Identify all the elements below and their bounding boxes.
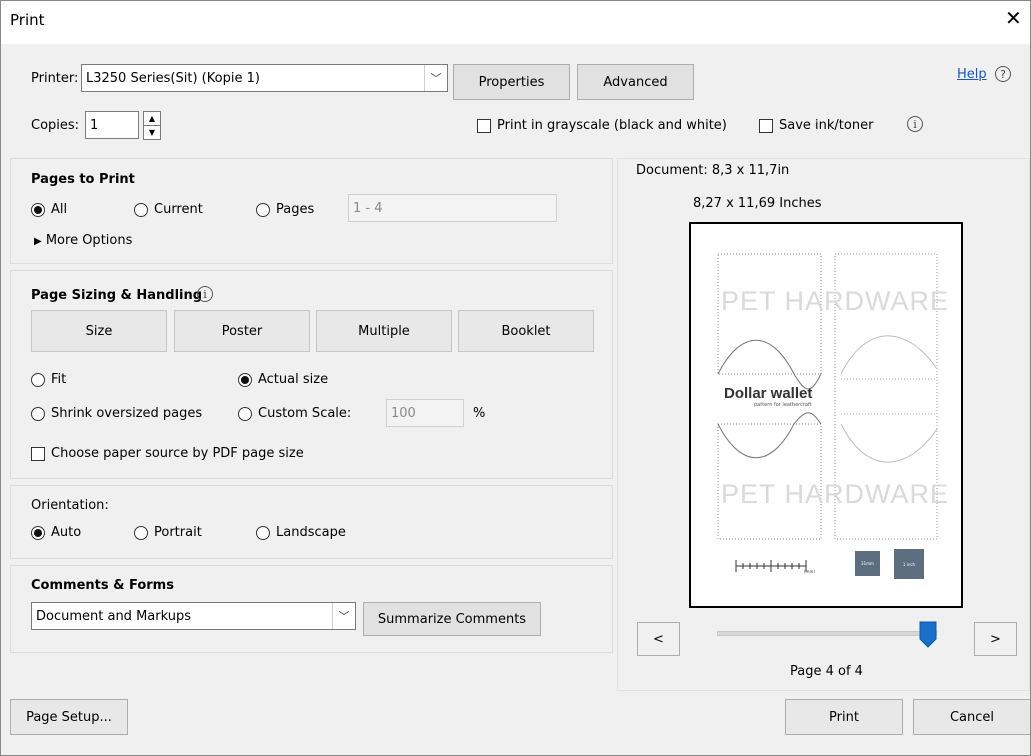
- page-setup-button[interactable]: Page Setup...: [10, 699, 128, 735]
- radio-shrink-label: Shrink oversized pages: [51, 406, 203, 421]
- pages-range-input[interactable]: 1 - 4: [348, 194, 557, 222]
- radio-all-label: All: [51, 202, 68, 217]
- grayscale-label: Print in grayscale (black and white): [497, 118, 727, 133]
- comments-forms-select[interactable]: Document and Markups ﹀: [31, 602, 356, 630]
- triangle-right-icon: ▶: [34, 236, 42, 247]
- radio-current[interactable]: Current: [134, 202, 203, 217]
- page-size: 8,27 x 11,69 Inches: [693, 196, 822, 211]
- printer-label: Printer:: [31, 71, 79, 86]
- paper-source-label: Choose paper source by PDF page size: [51, 446, 304, 461]
- radio-shrink-dot[interactable]: [31, 406, 45, 421]
- pages-to-print-heading: Pages to Print: [31, 172, 135, 187]
- radio-custom-scale-dot[interactable]: [238, 406, 252, 421]
- radio-fit-dot[interactable]: [31, 372, 45, 387]
- radio-all[interactable]: All: [31, 202, 67, 217]
- radio-fit[interactable]: Fit: [31, 372, 66, 387]
- copies-input[interactable]: 1: [85, 111, 139, 139]
- wallet-subtitle: pattern for leathercraft: [754, 402, 812, 408]
- radio-auto[interactable]: Auto: [31, 525, 81, 540]
- watermark-bottom: PET HARDWARE: [721, 479, 950, 509]
- watermark-top: PET HARDWARE: [721, 286, 950, 316]
- scale-unit: (mm): [804, 569, 815, 574]
- swatch-1inch: 1 inch: [894, 549, 924, 579]
- cancel-button[interactable]: Cancel: [913, 699, 1031, 735]
- next-page-button[interactable]: >: [974, 622, 1017, 656]
- stepper-down-icon[interactable]: ▼: [143, 126, 161, 140]
- printer-selected-value: L3250 Series(Sit) (Kopie 1): [86, 70, 260, 86]
- save-ink-label: Save ink/toner: [779, 118, 874, 133]
- radio-fit-label: Fit: [51, 372, 67, 387]
- radio-custom-scale-label: Custom Scale:: [258, 406, 352, 421]
- grayscale-checkbox[interactable]: Print in grayscale (black and white): [477, 118, 727, 133]
- info-icon[interactable]: i: [907, 116, 923, 132]
- document-size: Document: 8,3 x 11,7in: [636, 163, 790, 178]
- page-slider-track[interactable]: [717, 631, 937, 636]
- more-options-toggle[interactable]: ▶ More Options: [34, 233, 132, 248]
- copies-stepper[interactable]: ▲ ▼: [143, 111, 161, 140]
- swatch-31mm: 31mm: [855, 551, 880, 576]
- radio-portrait-label: Portrait: [154, 525, 202, 540]
- page-preview: PET HARDWARE PET HARDWARE Dollar wallet …: [689, 222, 963, 608]
- radio-current-label: Current: [154, 202, 203, 217]
- orientation-heading: Orientation:: [31, 498, 109, 513]
- stepper-up-icon[interactable]: ▲: [143, 111, 161, 126]
- comments-forms-selected-value: Document and Markups: [36, 608, 191, 624]
- radio-landscape-dot[interactable]: [256, 525, 270, 540]
- radio-all-dot[interactable]: [31, 202, 45, 217]
- properties-button[interactable]: Properties: [453, 64, 570, 100]
- chevron-down-icon: ﹀: [424, 65, 447, 91]
- tab-size[interactable]: Size: [31, 310, 167, 352]
- save-ink-checkbox[interactable]: Save ink/toner: [759, 118, 873, 133]
- radio-actual-size-label: Actual size: [258, 372, 329, 387]
- window-title: Print: [10, 11, 45, 29]
- grayscale-checkbox-box[interactable]: [477, 118, 491, 133]
- radio-landscape[interactable]: Landscape: [256, 525, 346, 540]
- radio-auto-dot[interactable]: [31, 525, 45, 540]
- page-slider-thumb[interactable]: [919, 621, 937, 648]
- chevron-down-icon: ﹀: [332, 603, 355, 629]
- page-sizing-heading: Page Sizing & Handling: [31, 288, 203, 303]
- percent-label: %: [473, 406, 486, 421]
- page-indicator: Page 4 of 4: [790, 664, 863, 679]
- radio-pages[interactable]: Pages: [256, 202, 314, 217]
- tab-multiple[interactable]: Multiple: [316, 310, 452, 352]
- summarize-comments-button[interactable]: Summarize Comments: [363, 602, 541, 636]
- save-ink-checkbox-box[interactable]: [759, 118, 773, 133]
- radio-custom-scale[interactable]: Custom Scale:: [238, 406, 351, 421]
- close-icon[interactable]: ✕: [1005, 6, 1022, 30]
- info-icon[interactable]: i: [197, 286, 213, 302]
- radio-auto-label: Auto: [51, 525, 82, 540]
- paper-source-checkbox[interactable]: Choose paper source by PDF page size: [31, 446, 304, 461]
- copies-label: Copies:: [31, 118, 80, 133]
- radio-portrait-dot[interactable]: [134, 525, 148, 540]
- radio-pages-label: Pages: [276, 202, 315, 217]
- radio-landscape-label: Landscape: [276, 525, 346, 540]
- radio-current-dot[interactable]: [134, 202, 148, 217]
- advanced-button[interactable]: Advanced: [577, 64, 694, 100]
- radio-actual-size[interactable]: Actual size: [238, 372, 328, 387]
- printer-select[interactable]: L3250 Series(Sit) (Kopie 1) ﹀: [81, 64, 448, 92]
- radio-pages-dot[interactable]: [256, 202, 270, 217]
- radio-shrink[interactable]: Shrink oversized pages: [31, 406, 202, 421]
- radio-actual-size-dot[interactable]: [238, 372, 252, 387]
- prev-page-button[interactable]: <: [637, 622, 680, 656]
- wallet-title: Dollar wallet: [724, 385, 813, 402]
- title-bar: Print ✕: [0, 0, 1031, 44]
- comments-forms-heading: Comments & Forms: [31, 578, 174, 593]
- tab-booklet[interactable]: Booklet: [458, 310, 594, 352]
- print-button[interactable]: Print: [785, 699, 903, 735]
- help-link[interactable]: Help: [957, 67, 987, 82]
- more-options-label: More Options: [45, 233, 133, 248]
- custom-scale-input[interactable]: 100: [386, 399, 464, 427]
- radio-portrait[interactable]: Portrait: [134, 525, 202, 540]
- tab-poster[interactable]: Poster: [174, 310, 310, 352]
- paper-source-checkbox-box[interactable]: [31, 446, 45, 461]
- orientation-panel: [10, 485, 613, 559]
- help-question-icon[interactable]: ?: [995, 66, 1011, 82]
